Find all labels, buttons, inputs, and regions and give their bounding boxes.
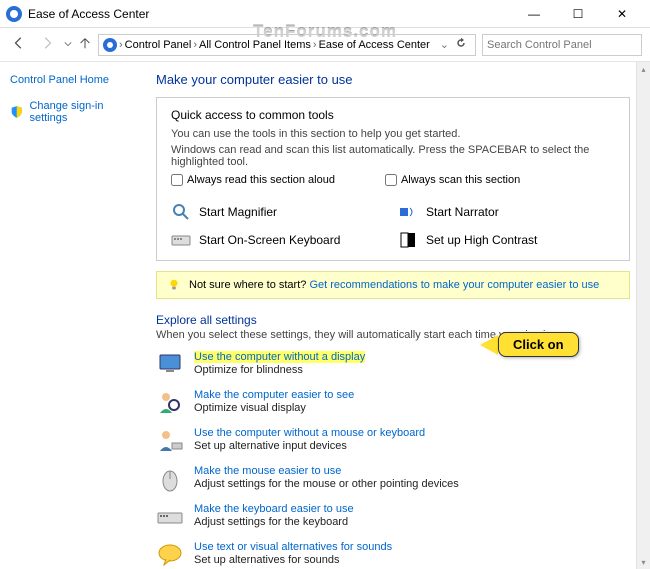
setting-sounds: Use text or visual alternatives for soun… [156, 541, 630, 569]
setting-no-mouse-keyboard: Use the computer without a mouse or keyb… [156, 427, 630, 455]
up-button[interactable] [78, 36, 92, 53]
person-magnify-icon [156, 389, 184, 417]
chevron-right-icon: › [119, 39, 123, 51]
checkbox-read-aloud[interactable] [171, 174, 183, 186]
scrollbar[interactable]: ▴ ▾ [636, 62, 650, 569]
recent-dropdown[interactable] [64, 39, 72, 51]
quick-title: Quick access to common tools [171, 108, 615, 122]
tool-osk[interactable]: Start On-Screen Keyboard [171, 230, 388, 250]
app-icon [6, 6, 22, 22]
speech-bubble-icon [156, 541, 184, 569]
callout-arrow-icon [480, 335, 498, 355]
hint-text: Not sure where to start? [189, 279, 306, 291]
link-no-mouse-keyboard[interactable]: Use the computer without a mouse or keyb… [194, 427, 425, 439]
search-input[interactable] [482, 34, 642, 56]
main-content: Make your computer easier to use Quick a… [150, 62, 650, 569]
chevron-right-icon: › [193, 39, 197, 51]
tool-contrast[interactable]: Set up High Contrast [398, 230, 615, 250]
checkbox-scan[interactable] [385, 174, 397, 186]
minimize-button[interactable]: — [512, 1, 556, 27]
setting-keyboard: Make the keyboard easier to useAdjust se… [156, 503, 630, 531]
tool-narrator[interactable]: Start Narrator [398, 202, 615, 222]
scroll-up-icon[interactable]: ▴ [637, 62, 650, 76]
refresh-button[interactable] [451, 37, 471, 52]
contrast-icon [398, 230, 418, 250]
keyboard-icon [171, 230, 191, 250]
narrator-icon [398, 202, 418, 222]
keyboard-icon-2 [156, 503, 184, 531]
shield-icon [10, 105, 23, 119]
setting-easier-see: Make the computer easier to seeOptimize … [156, 389, 630, 417]
hint-bar: Not sure where to start? Get recommendat… [156, 271, 630, 299]
check-scan[interactable]: Always scan this section [385, 174, 520, 186]
explore-title: Explore all settings [156, 313, 630, 327]
tool-magnifier[interactable]: Start Magnifier [171, 202, 388, 222]
location-icon [103, 38, 117, 52]
link-sounds[interactable]: Use text or visual alternatives for soun… [194, 541, 392, 553]
watermark: TenForums.com [253, 22, 397, 42]
link-no-display[interactable]: Use the computer without a display [194, 351, 365, 363]
check-read-aloud[interactable]: Always read this section aloud [171, 174, 335, 186]
lightbulb-icon [167, 278, 181, 292]
close-button[interactable]: ✕ [600, 1, 644, 27]
maximize-button[interactable]: ☐ [556, 1, 600, 27]
sidebar-item-label: Change sign-in settings [29, 100, 140, 124]
setting-mouse: Make the mouse easier to useAdjust setti… [156, 465, 630, 493]
magnifier-icon [171, 202, 191, 222]
quick-access-box: Quick access to common tools You can use… [156, 97, 630, 261]
sidebar-change-signin[interactable]: Change sign-in settings [10, 100, 140, 124]
hint-link[interactable]: Get recommendations to make your compute… [309, 279, 599, 291]
back-button[interactable] [8, 34, 30, 55]
scroll-down-icon[interactable]: ▾ [637, 555, 650, 569]
page-title: Make your computer easier to use [156, 72, 630, 87]
forward-button[interactable] [36, 34, 58, 55]
link-easier-see[interactable]: Make the computer easier to see [194, 389, 354, 401]
crumb-control-panel[interactable]: Control Panel [125, 39, 192, 51]
sidebar-control-panel-home[interactable]: Control Panel Home [10, 74, 140, 86]
link-keyboard[interactable]: Make the keyboard easier to use [194, 503, 354, 515]
person-devices-icon [156, 427, 184, 455]
address-dropdown[interactable]: ⌄ [440, 38, 449, 51]
link-mouse[interactable]: Make the mouse easier to use [194, 465, 341, 477]
sidebar: Control Panel Home Change sign-in settin… [0, 62, 150, 569]
quick-desc-1: You can use the tools in this section to… [171, 128, 615, 140]
annotation-callout: Click on [480, 332, 579, 357]
desc-no-display: Optimize for blindness [194, 364, 365, 376]
monitor-icon [156, 351, 184, 379]
callout-bubble: Click on [498, 332, 579, 357]
quick-desc-2: Windows can read and scan this list auto… [171, 144, 615, 168]
mouse-icon [156, 465, 184, 493]
window-title: Ease of Access Center [28, 7, 512, 21]
